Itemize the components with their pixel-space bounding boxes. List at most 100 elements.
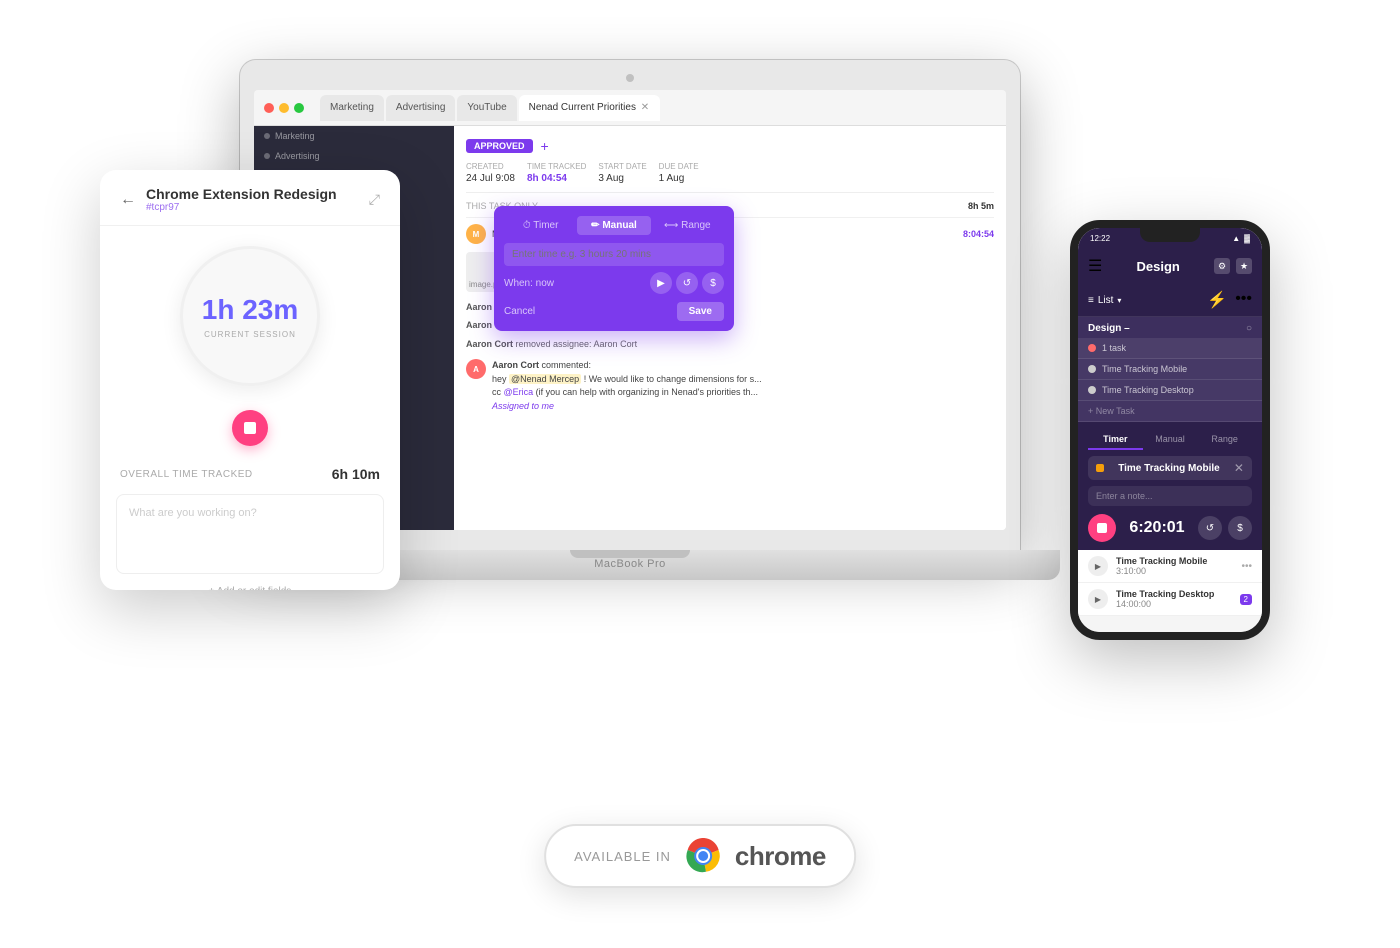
- meta-start-value: 3 Aug: [598, 173, 646, 184]
- task-remove-button[interactable]: ✕: [1234, 461, 1244, 475]
- activity-name-3: Aaron Cort: [466, 339, 513, 349]
- stop-icon: [244, 422, 256, 434]
- save-button[interactable]: Save: [677, 302, 724, 321]
- entry-play-button-1[interactable]: ▶: [1088, 556, 1108, 576]
- sidebar-row: Marketing: [254, 126, 454, 146]
- total-time-value: 6h 10m: [332, 466, 380, 482]
- task-meta: CREATED 24 Jul 9:08 TIME TRACKED 8h 04:5…: [466, 162, 994, 193]
- sidebar-dot: [264, 133, 270, 139]
- ext-header: ← Chrome Extension Redesign #tcpr97 ⤢: [100, 170, 400, 226]
- note-placeholder: Enter a note...: [1096, 491, 1153, 501]
- stop-square-icon: [1097, 523, 1107, 533]
- comment-avatar: A: [466, 359, 486, 379]
- phone-action-refresh[interactable]: ↺: [1198, 516, 1222, 540]
- status-badge: APPROVED: [466, 139, 533, 153]
- phone-range-tab[interactable]: Range: [1197, 430, 1252, 450]
- when-btn-1[interactable]: ▶: [650, 272, 672, 294]
- mobile-phone: 12:22 ▲ ▓ ☰ Design ⚙ ★ ≡ List ▾: [1070, 220, 1270, 640]
- toolbar-actions: ⚡ •••: [1207, 290, 1252, 310]
- phone-timer-section: Timer Manual Range Time Tracking Mobile …: [1078, 422, 1262, 550]
- more-icon[interactable]: •••: [1235, 290, 1252, 310]
- entry-info-1: Time Tracking Mobile 3:10:00: [1116, 556, 1233, 576]
- list-view-button[interactable]: ≡ List ▾: [1088, 295, 1121, 306]
- group-name: Design –: [1088, 323, 1130, 334]
- phone-screen: 12:22 ▲ ▓ ☰ Design ⚙ ★ ≡ List ▾: [1078, 228, 1262, 632]
- signal-icon: ▲: [1232, 234, 1240, 243]
- meta-time: TIME TRACKED 8h 04:54: [527, 162, 586, 184]
- range-tab[interactable]: ⟷ Range: [651, 216, 724, 235]
- scene: Marketing Advertising YouTube Nenad Curr…: [0, 0, 1400, 948]
- phone-notch: [1140, 228, 1200, 242]
- time-modal-tabs: ⏱ Timer ✏ Manual ⟷ Range: [504, 216, 724, 235]
- sidebar-item-label-2: Advertising: [275, 151, 320, 161]
- entry-count-badge: 2: [1240, 594, 1252, 605]
- entry-more-icon-1[interactable]: •••: [1241, 561, 1252, 572]
- timer-stop-button[interactable]: [232, 410, 268, 446]
- phone-action-bill[interactable]: $: [1228, 516, 1252, 540]
- new-task-label: + New Task: [1088, 406, 1135, 416]
- chevron-down-icon: ▾: [1117, 296, 1121, 305]
- when-row: When: now ▶ ↺ $: [504, 272, 724, 294]
- entry-play-button-2[interactable]: ▶: [1088, 589, 1108, 609]
- ext-back-button[interactable]: ←: [120, 191, 136, 209]
- total-time-label: OVERALL TIME TRACKED: [120, 469, 253, 480]
- manual-tab[interactable]: ✏ Manual: [577, 216, 650, 235]
- ext-textarea[interactable]: What are you working on?: [116, 494, 384, 574]
- plus-icon: +: [541, 138, 549, 154]
- ext-title-block: Chrome Extension Redesign #tcpr97: [146, 186, 359, 213]
- ext-expand-icon[interactable]: ⤢: [369, 191, 380, 208]
- ext-title: Chrome Extension Redesign: [146, 186, 359, 202]
- phone-stop-button[interactable]: [1088, 514, 1116, 542]
- when-btn-3[interactable]: $: [702, 272, 724, 294]
- cancel-button[interactable]: Cancel: [504, 306, 535, 317]
- browser-tab-advertising[interactable]: Advertising: [386, 95, 455, 121]
- task-item-1[interactable]: 1 task: [1078, 338, 1262, 359]
- timer-circle: 1h 23m CURRENT SESSION: [180, 246, 320, 386]
- phone-task-selector[interactable]: Time Tracking Mobile ✕: [1088, 456, 1252, 480]
- comment-body: Aaron Cort commented: hey @Nenad Mercep …: [492, 359, 762, 413]
- filter-icon[interactable]: ⚡: [1207, 290, 1227, 310]
- settings-icon[interactable]: ⚙: [1214, 258, 1230, 274]
- phone-manual-tab[interactable]: Manual: [1143, 430, 1198, 450]
- chrome-badge[interactable]: AVAILABLE IN chrome: [544, 824, 856, 888]
- tab-label: Advertising: [396, 102, 445, 113]
- tab-close-icon[interactable]: ✕: [640, 103, 650, 113]
- meta-time-value: 8h 04:54: [527, 173, 586, 184]
- ext-add-fields-link[interactable]: + Add or edit fields: [100, 586, 400, 590]
- task-item-mobile[interactable]: Time Tracking Mobile: [1078, 359, 1262, 380]
- list-label: List: [1098, 295, 1114, 306]
- menu-icon[interactable]: ☰: [1088, 256, 1102, 276]
- phone-timer-tab[interactable]: Timer: [1088, 430, 1143, 450]
- phone-entries: ▶ Time Tracking Mobile 3:10:00 ••• ▶ Tim…: [1078, 550, 1262, 616]
- timer-tab[interactable]: ⏱ Timer: [504, 216, 577, 235]
- battery-icon: ▓: [1244, 234, 1250, 243]
- dot-red: [264, 103, 274, 113]
- commenter-name: Aaron Cort: [492, 360, 539, 370]
- phone-task-name: Time Tracking Mobile: [1118, 463, 1220, 474]
- macbook-camera: [626, 74, 634, 82]
- phone-timer-tabs: Timer Manual Range: [1088, 430, 1252, 450]
- sidebar-row-2: Advertising: [254, 146, 454, 166]
- chrome-extension-popup: ← Chrome Extension Redesign #tcpr97 ⤢ 1h…: [100, 170, 400, 590]
- phone-timer-time: 6:20:01: [1129, 519, 1184, 537]
- task-dot: [1088, 344, 1096, 352]
- task-item-desktop[interactable]: Time Tracking Desktop: [1078, 380, 1262, 401]
- browser-tab-marketing[interactable]: Marketing: [320, 95, 384, 121]
- when-btn-2[interactable]: ↺: [676, 272, 698, 294]
- modal-footer: Cancel Save: [504, 302, 724, 321]
- browser-tab-youtube[interactable]: YouTube: [457, 95, 516, 121]
- phone-note-input[interactable]: Enter a note...: [1088, 486, 1252, 506]
- task-dot-2: [1088, 365, 1096, 373]
- new-task-item[interactable]: + New Task: [1078, 401, 1262, 422]
- star-icon[interactable]: ★: [1236, 258, 1252, 274]
- assigned-label: Assigned to me: [492, 401, 554, 411]
- meta-start-label: START DATE: [598, 162, 646, 171]
- tab-label: Nenad Current Priorities: [529, 102, 636, 113]
- phone-toolbar: ≡ List ▾ ⚡ •••: [1078, 284, 1262, 317]
- task-name: 1 task: [1102, 343, 1126, 353]
- browser-tab-priorities[interactable]: Nenad Current Priorities ✕: [519, 95, 660, 121]
- activity-item-2: Aaron Cort removed assignee: Aaron Cort: [466, 337, 994, 351]
- time-input[interactable]: [504, 243, 724, 266]
- task-header: APPROVED +: [466, 138, 994, 154]
- macbook-notch: [570, 550, 690, 558]
